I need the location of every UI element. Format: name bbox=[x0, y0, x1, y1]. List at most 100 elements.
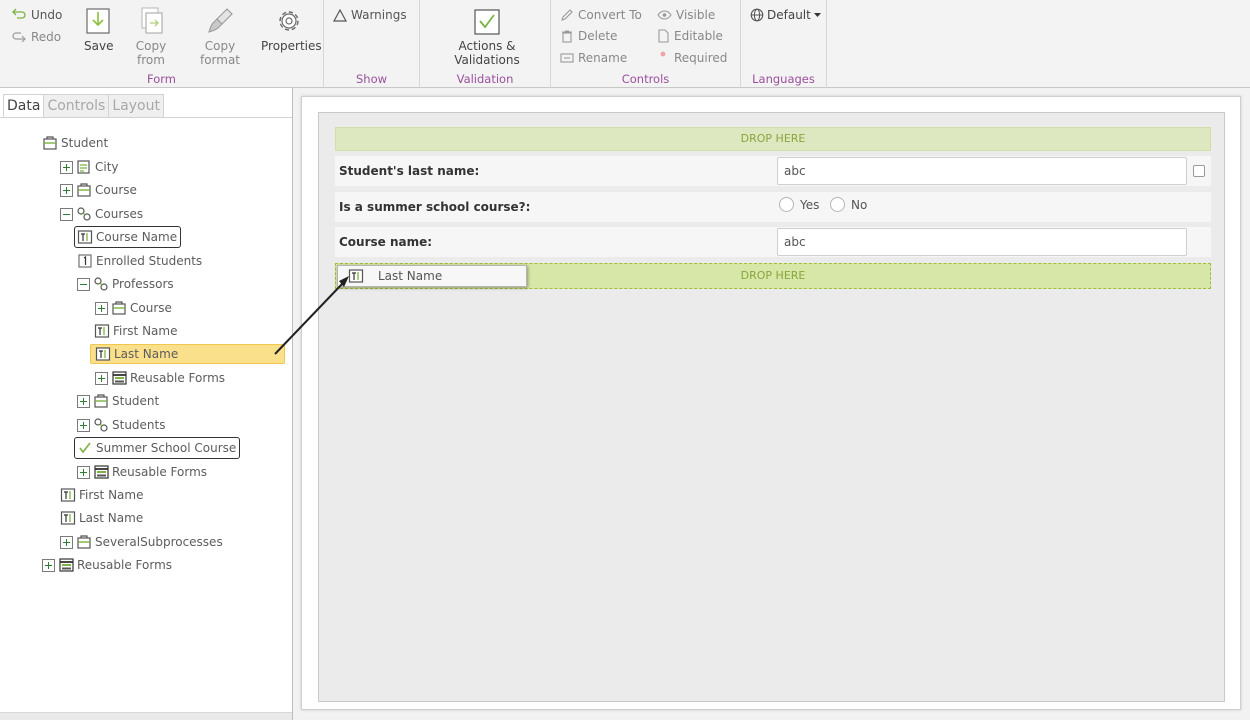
redo-icon bbox=[12, 32, 26, 43]
tab-layout[interactable]: Layout bbox=[108, 94, 164, 118]
tree-node-summer-school-course[interactable]: Summer School Course bbox=[74, 437, 241, 459]
pencil-icon bbox=[561, 9, 573, 21]
properties-button[interactable]: Properties bbox=[261, 6, 322, 53]
expand-icon[interactable] bbox=[42, 558, 55, 572]
visible-toggle[interactable]: Visible bbox=[657, 6, 715, 24]
data-panel: Data Controls Layout Student City Course… bbox=[0, 88, 293, 720]
undo-button[interactable]: Undo bbox=[11, 6, 62, 24]
drop-zone-top[interactable]: DROP HERE bbox=[335, 127, 1211, 151]
tree-node-students[interactable]: Students bbox=[77, 415, 166, 435]
form-icon bbox=[112, 371, 127, 385]
rename-icon bbox=[560, 53, 574, 63]
drop-zone-label: DROP HERE bbox=[740, 269, 806, 282]
rename-button[interactable]: Rename bbox=[560, 49, 627, 67]
tree-node-course[interactable]: Course bbox=[60, 180, 137, 200]
warnings-button[interactable]: Warnings bbox=[333, 6, 407, 24]
convert-to-button[interactable]: Convert To bbox=[560, 6, 642, 24]
course-name-input[interactable]: abc bbox=[777, 228, 1187, 256]
form-row-course-name: Course name: abc bbox=[335, 227, 1211, 257]
tree-node-courses-reusable-forms[interactable]: Reusable Forms bbox=[77, 462, 207, 482]
tree-node-several-subprocesses[interactable]: SeveralSubprocesses bbox=[60, 532, 223, 552]
field-checkbox[interactable] bbox=[1193, 165, 1205, 177]
expand-icon[interactable] bbox=[77, 418, 90, 432]
required-toggle[interactable]: Required bbox=[657, 49, 727, 67]
save-button[interactable]: Save bbox=[84, 6, 113, 53]
tree-node-professor-last-name[interactable]: Last Name bbox=[90, 344, 285, 364]
tree-node-professors[interactable]: Professors bbox=[77, 274, 174, 294]
expand-icon[interactable] bbox=[95, 371, 108, 385]
expand-icon[interactable] bbox=[60, 183, 73, 197]
caret-down-icon bbox=[813, 12, 821, 17]
visible-label: Visible bbox=[676, 8, 716, 22]
form-group-label: Form bbox=[147, 72, 176, 86]
dragged-field-chip[interactable]: Last Name bbox=[337, 265, 527, 287]
rename-label: Rename bbox=[578, 51, 628, 65]
language-dropdown[interactable]: Default bbox=[750, 6, 821, 24]
redo-button[interactable]: Redo bbox=[11, 28, 61, 46]
entity-icon bbox=[112, 301, 126, 315]
tree-node-professor-course[interactable]: Course bbox=[95, 298, 172, 318]
form-row-student-last-name: Student's last name: abc bbox=[335, 156, 1211, 186]
student-last-name-input[interactable]: abc bbox=[777, 157, 1187, 185]
collapse-icon[interactable] bbox=[60, 207, 73, 221]
tree-node-label: Last Name bbox=[79, 511, 144, 525]
ribbon-group-show: Warnings Show bbox=[324, 0, 420, 88]
required-label: Required bbox=[674, 51, 728, 65]
tree-node-professor-first-name[interactable]: First Name bbox=[94, 321, 177, 341]
actions-validations-button[interactable]: Actions & Validations bbox=[428, 6, 546, 67]
tree-node-label: Professors bbox=[112, 277, 174, 291]
expand-icon[interactable] bbox=[95, 301, 108, 315]
entity-icon bbox=[43, 136, 57, 150]
tree-node-label: Reusable Forms bbox=[77, 558, 173, 572]
undo-icon bbox=[12, 8, 26, 19]
tree-node-course-name[interactable]: Course Name bbox=[74, 226, 182, 248]
tab-data[interactable]: Data bbox=[3, 94, 45, 118]
tree-node-courses[interactable]: Courses bbox=[60, 204, 143, 224]
entity-list-icon bbox=[77, 160, 90, 174]
form-container: DROP HERE Student's last name: abc Is a … bbox=[318, 112, 1225, 702]
copy-format-button[interactable]: Copy format bbox=[186, 6, 254, 67]
tree-node-label: Enrolled Students bbox=[96, 254, 203, 268]
radio-yes[interactable]: Yes bbox=[779, 197, 819, 212]
warning-triangle-icon bbox=[333, 8, 347, 22]
delete-button[interactable]: Delete bbox=[560, 27, 617, 45]
expand-icon[interactable] bbox=[60, 535, 73, 549]
ribbon-toolbar: Undo Redo Save Copy from Copy format Pro… bbox=[0, 0, 1250, 88]
undo-label: Undo bbox=[31, 8, 63, 22]
tree-node-professor-reusable-forms[interactable]: Reusable Forms bbox=[95, 368, 225, 388]
tree-node-course-student[interactable]: Student bbox=[77, 391, 159, 411]
horizontal-scrollbar[interactable] bbox=[0, 712, 292, 720]
drop-zone-active[interactable]: DROP HERE Last Name bbox=[335, 263, 1211, 289]
expand-icon[interactable] bbox=[60, 160, 73, 174]
tree-node-student[interactable]: Student bbox=[42, 133, 108, 153]
tree-node-label: Courses bbox=[95, 207, 144, 221]
collapse-icon[interactable] bbox=[77, 277, 90, 291]
tree-node-student-last-name[interactable]: Last Name bbox=[60, 508, 143, 528]
text-field-icon bbox=[60, 488, 76, 502]
radio-no[interactable]: No bbox=[830, 197, 867, 212]
tree-node-student-first-name[interactable]: First Name bbox=[60, 485, 143, 505]
ribbon-group-validation: Actions & Validations Validation bbox=[420, 0, 551, 88]
copy-from-button[interactable]: Copy from bbox=[121, 6, 181, 67]
tab-controls[interactable]: Controls bbox=[43, 94, 110, 118]
redo-label: Redo bbox=[31, 30, 62, 44]
document-edit-icon bbox=[658, 29, 669, 43]
collection-icon bbox=[94, 418, 108, 432]
editable-toggle[interactable]: Editable bbox=[657, 27, 723, 45]
ribbon-group-form: Undo Redo Save Copy from Copy format Pro… bbox=[0, 0, 324, 88]
text-field-icon bbox=[95, 347, 111, 361]
ribbon-group-controls: Convert To Delete Rename Visible Editabl… bbox=[551, 0, 741, 88]
tree-node-enrolled-students[interactable]: Enrolled Students bbox=[77, 251, 202, 271]
dragged-field-label: Last Name bbox=[378, 269, 443, 283]
radio-yes-label: Yes bbox=[800, 197, 820, 212]
ribbon-group-languages: Default Languages bbox=[741, 0, 827, 88]
expand-icon[interactable] bbox=[77, 465, 90, 479]
warnings-label: Warnings bbox=[351, 8, 407, 22]
form-row-summer-school: Is a summer school course?: Yes No bbox=[335, 192, 1211, 222]
tree-node-root-reusable-forms[interactable]: Reusable Forms bbox=[42, 555, 172, 575]
expand-icon[interactable] bbox=[77, 394, 90, 408]
tree-node-label: Course bbox=[130, 301, 172, 315]
show-group-label: Show bbox=[355, 72, 388, 86]
form-designer-canvas: DROP HERE Student's last name: abc Is a … bbox=[293, 88, 1250, 720]
tree-node-city[interactable]: City bbox=[60, 157, 119, 177]
